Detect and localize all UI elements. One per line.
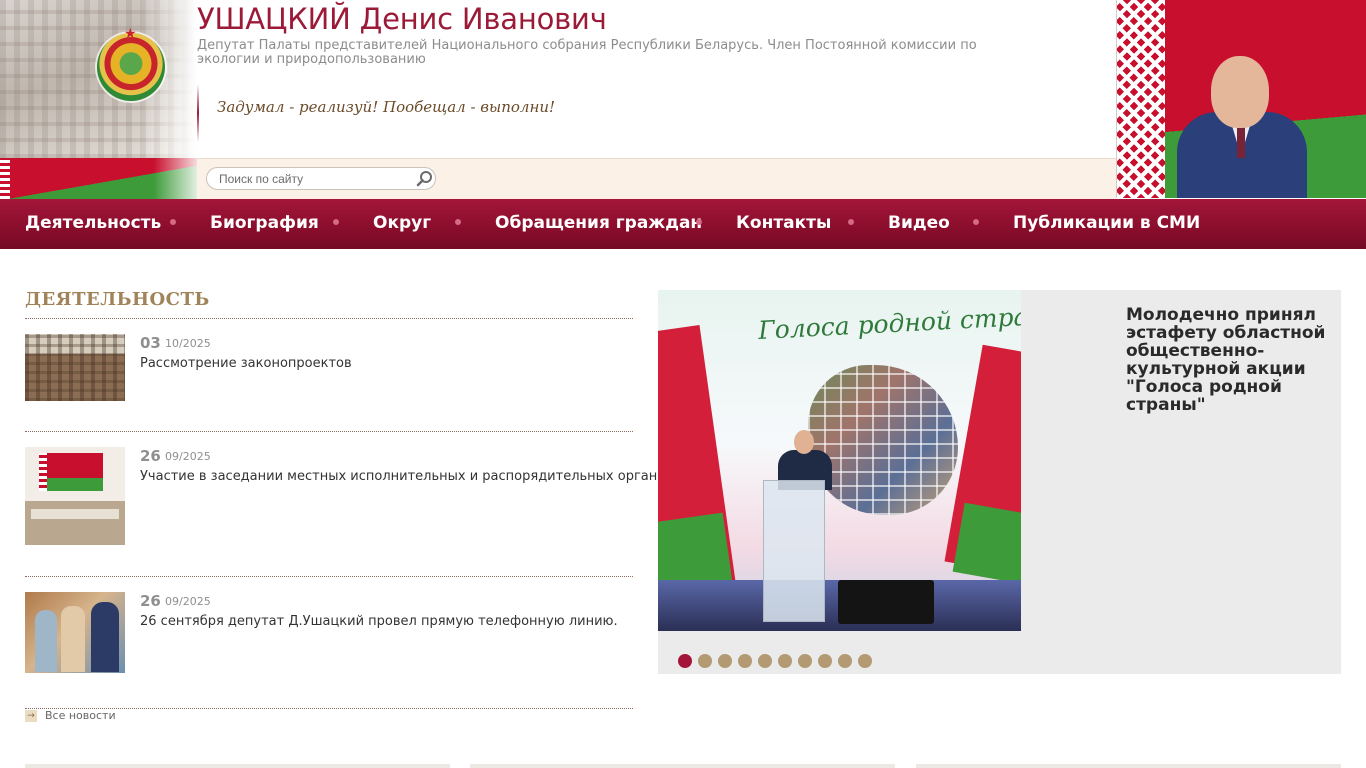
emblem-star-icon: ★	[124, 26, 137, 42]
nav-item-activity[interactable]: Деятельность	[25, 213, 161, 233]
deputy-position: Депутат Палаты представителей Национальн…	[197, 38, 977, 67]
person-figure	[91, 602, 119, 672]
state-emblem-icon	[97, 33, 165, 101]
deputy-name: УШАЦКИЙ Денис Иванович	[197, 2, 607, 36]
site-header: ★ УШАЦКИЙ Денис Иванович Депутат Палаты …	[0, 0, 1366, 199]
slide-caption[interactable]: Молодечно принял эстафету областной обще…	[1126, 306, 1331, 414]
news-month: 09/2025	[165, 595, 211, 608]
flag-ornament	[1117, 0, 1165, 198]
nav-item-media[interactable]: Публикации в СМИ	[1013, 213, 1200, 233]
bottom-block	[25, 764, 450, 768]
nav-separator	[170, 219, 176, 225]
all-news-link[interactable]: → Все новости	[25, 709, 116, 722]
flag-image	[39, 453, 103, 491]
slider-dot[interactable]	[758, 654, 772, 668]
news-item[interactable]: 26 09/2025 26 сентября депутат Д.Ушацкий…	[25, 592, 633, 673]
slider-dot[interactable]	[778, 654, 792, 668]
slider-dot[interactable]	[838, 654, 852, 668]
news-day: 26	[140, 447, 161, 465]
divider	[25, 318, 633, 319]
news-month: 09/2025	[165, 450, 211, 463]
news-title[interactable]: Рассмотрение законопроектов	[140, 356, 640, 371]
arrow-right-icon: →	[25, 709, 37, 722]
divider	[25, 708, 633, 709]
nav-separator	[333, 219, 339, 225]
slider-pagination	[678, 654, 872, 668]
divider	[25, 576, 633, 577]
news-thumbnail[interactable]	[25, 592, 125, 673]
news-month: 10/2025	[165, 337, 211, 350]
slide-image[interactable]: Голоса родной страны	[658, 290, 1021, 631]
nav-item-biography[interactable]: Биография	[210, 213, 319, 233]
presidium-table	[31, 509, 119, 519]
all-news-label: Все новости	[45, 709, 116, 722]
bottom-block	[470, 764, 895, 768]
search-icon[interactable]	[415, 169, 435, 189]
podium	[763, 480, 825, 622]
speaker-head	[794, 430, 814, 454]
nav-separator	[455, 219, 461, 225]
slider-dot[interactable]	[818, 654, 832, 668]
nav-separator	[848, 219, 854, 225]
search-input[interactable]	[219, 170, 409, 187]
section-title: ДЕЯТЕЛЬНОСТЬ	[25, 289, 210, 310]
nav-separator	[973, 219, 979, 225]
photo-collage-map	[808, 365, 958, 515]
person-figure	[35, 610, 57, 672]
portrait-head	[1211, 56, 1269, 128]
main-nav: Деятельность Биография Округ Обращения г…	[0, 199, 1366, 249]
bottom-block	[916, 764, 1341, 768]
slider-dot[interactable]	[698, 654, 712, 668]
nav-item-contacts[interactable]: Контакты	[736, 213, 831, 233]
slider-dot[interactable]	[718, 654, 732, 668]
search-box	[206, 167, 436, 190]
flag-ornament	[39, 453, 47, 491]
news-thumbnail[interactable]	[25, 447, 125, 545]
nav-separator	[696, 219, 702, 225]
news-title[interactable]: 26 сентября депутат Д.Ушацкий провел пря…	[140, 614, 640, 629]
slider-dot[interactable]	[858, 654, 872, 668]
news-day: 26	[140, 592, 161, 610]
flag-ornament	[0, 158, 10, 199]
person-figure	[61, 606, 85, 672]
stage-monitor	[838, 580, 934, 624]
flag-stripe	[952, 502, 1021, 588]
nav-item-video[interactable]: Видео	[888, 213, 950, 233]
news-thumbnail[interactable]	[25, 334, 125, 401]
news-slider: Голоса родной страны Молодечно принял эс…	[658, 290, 1341, 674]
motto: Задумал - реализуй! Пообещал - выполни!	[217, 98, 556, 116]
stage-screen-text: Голоса родной страны	[757, 299, 1021, 346]
slider-dot[interactable]	[798, 654, 812, 668]
nav-item-appeals[interactable]: Обращения граждан	[495, 213, 702, 233]
flag-banner-image	[0, 158, 205, 199]
divider	[25, 431, 633, 432]
slider-dot[interactable]	[678, 654, 692, 668]
nav-item-district[interactable]: Округ	[373, 213, 431, 233]
motto-divider	[197, 84, 199, 142]
deputy-portrait	[1116, 0, 1366, 198]
news-item[interactable]: 26 09/2025 Участие в заседании местных и…	[25, 447, 677, 545]
news-day: 03	[140, 334, 161, 352]
news-title[interactable]: Участие в заседании местных исполнительн…	[140, 469, 677, 484]
slider-dot[interactable]	[738, 654, 752, 668]
news-item[interactable]: 03 10/2025 Рассмотрение законопроектов	[25, 334, 633, 401]
